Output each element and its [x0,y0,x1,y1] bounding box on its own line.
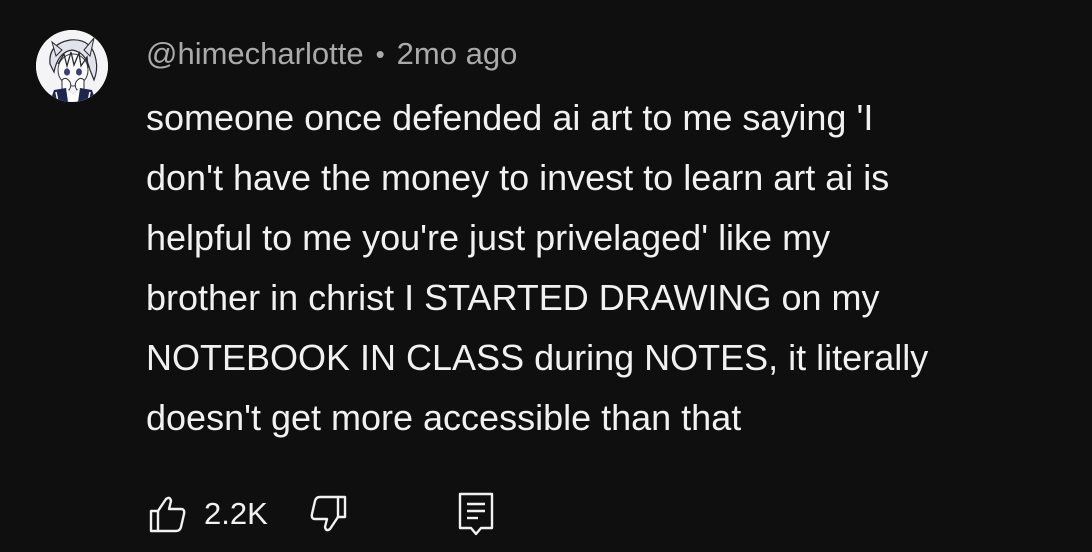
meta-separator: • [375,38,385,69]
comment-actions: 2.2K [146,490,498,538]
avatar[interactable] [36,30,108,102]
avatar-image [36,30,108,102]
reply-comment-icon [458,492,493,536]
comment-time: 2mo ago [396,36,518,71]
reply-button[interactable] [454,490,498,538]
comment-line: doesn't get more accessible than that [146,397,742,438]
comment-line: helpful to me you're just privelaged' li… [146,217,831,258]
author-handle[interactable]: @himecharlotte [146,36,364,72]
thumbs-down-icon [310,495,346,532]
dislike-button[interactable] [306,492,350,536]
like-button[interactable]: 2.2K [146,492,268,536]
comment-text: someone once defended ai art to me sayin… [146,88,1076,448]
comment-line: brother in christ I STARTED DRAWING on m… [146,277,880,318]
comment-line: NOTEBOOK IN CLASS during NOTES, it liter… [146,337,929,378]
comment-meta: @himecharlotte • 2mo ago [146,34,517,74]
comment-line: someone once defended ai art to me sayin… [146,97,874,138]
comment-line: don't have the money to invest to learn … [146,157,890,198]
thumbs-up-icon [149,496,186,533]
comment: @himecharlotte • 2mo ago someone once de… [0,0,1092,552]
like-count: 2.2K [204,496,268,531]
